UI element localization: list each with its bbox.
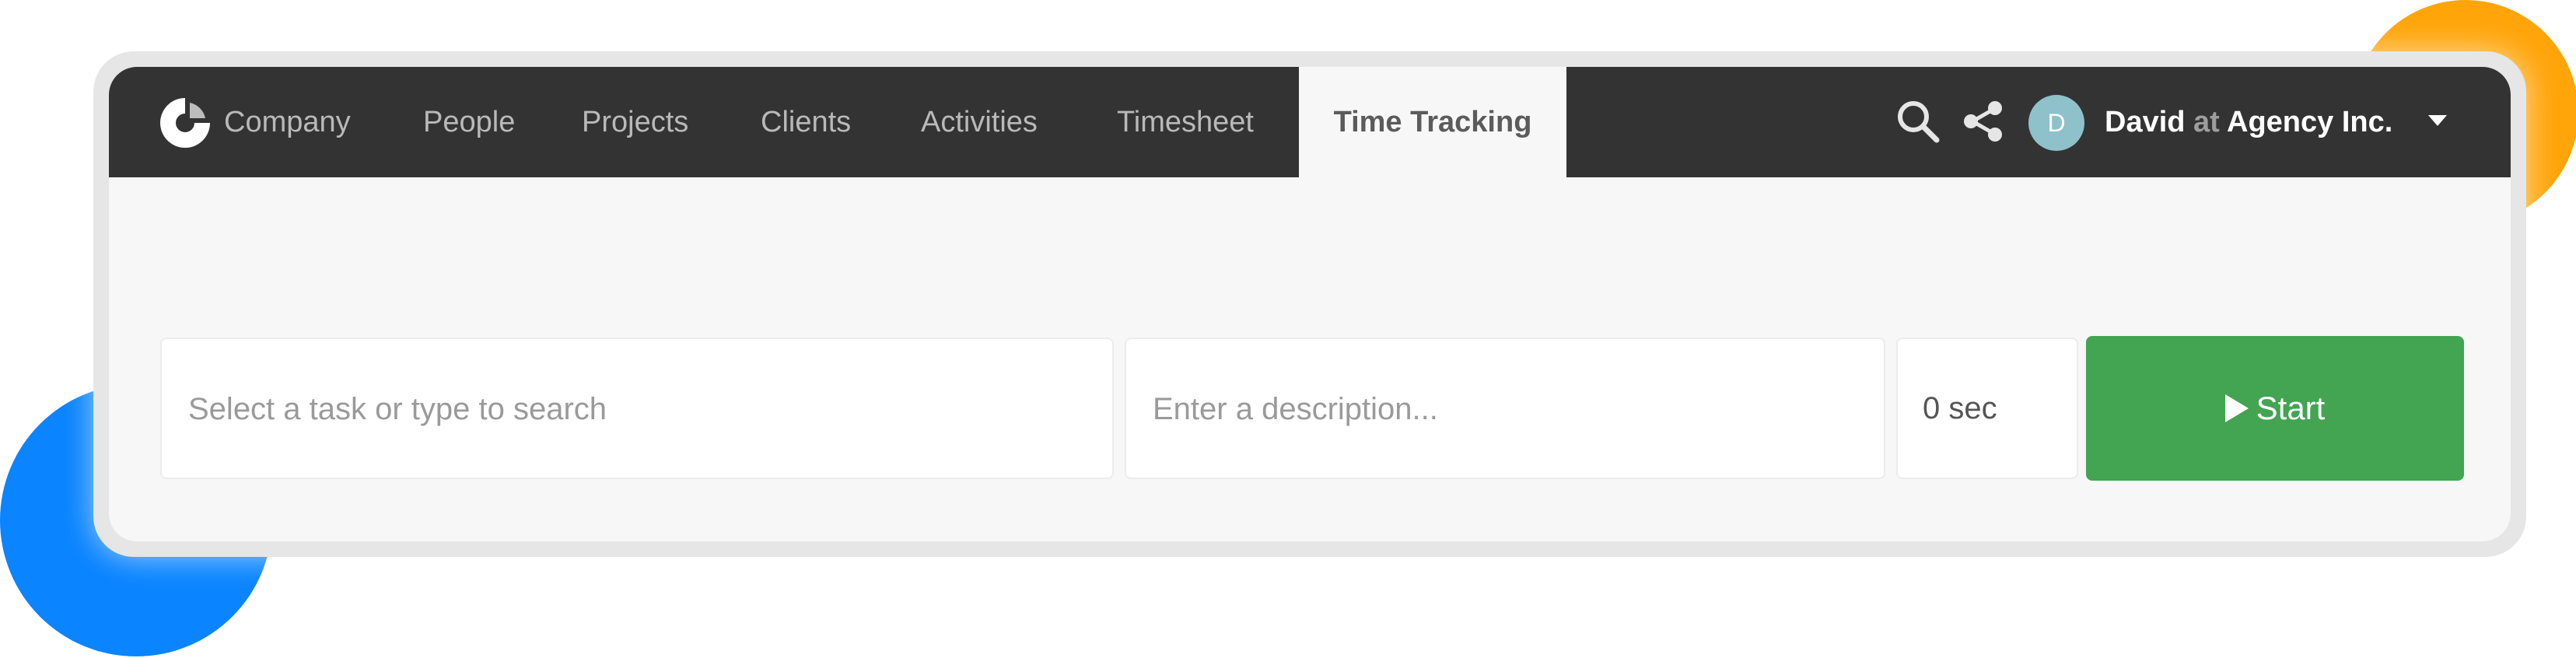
user-name: David xyxy=(2105,106,2186,138)
timer-display[interactable]: 0 sec xyxy=(1896,338,2078,479)
description-input[interactable] xyxy=(1151,339,1887,479)
nav-item-activities[interactable]: Activities xyxy=(921,67,1038,177)
user-company: Agency Inc. xyxy=(2227,106,2393,138)
user-account-menu[interactable]: David at Agency Inc. xyxy=(2105,67,2392,177)
start-button-label: Start xyxy=(2256,390,2326,426)
chevron-down-icon[interactable] xyxy=(2428,115,2447,126)
nav-item-clients[interactable]: Clients xyxy=(761,67,851,177)
user-at-label: at xyxy=(2193,106,2220,138)
start-button[interactable]: Start xyxy=(2086,336,2464,481)
search-icon[interactable] xyxy=(1895,98,1941,145)
description-field[interactable] xyxy=(1125,338,1887,479)
stage: Company People Projects Clients Activiti… xyxy=(0,0,2576,658)
share-icon[interactable] xyxy=(1960,98,2007,145)
nav-item-company[interactable]: Company xyxy=(224,67,351,177)
task-search-field[interactable] xyxy=(160,338,1115,479)
nav-item-projects[interactable]: Projects xyxy=(582,67,688,177)
app-window: Company People Projects Clients Activiti… xyxy=(109,67,2511,541)
play-icon xyxy=(2224,394,2249,422)
nav-item-timesheet[interactable]: Timesheet xyxy=(1117,67,1254,177)
top-navbar: Company People Projects Clients Activiti… xyxy=(109,67,2511,177)
task-search-input[interactable] xyxy=(187,339,1115,479)
nav-item-people[interactable]: People xyxy=(423,67,515,177)
nav-item-time-tracking[interactable]: Time Tracking xyxy=(1299,67,1566,177)
app-logo-icon[interactable] xyxy=(159,96,212,149)
avatar[interactable]: D xyxy=(2028,95,2084,151)
